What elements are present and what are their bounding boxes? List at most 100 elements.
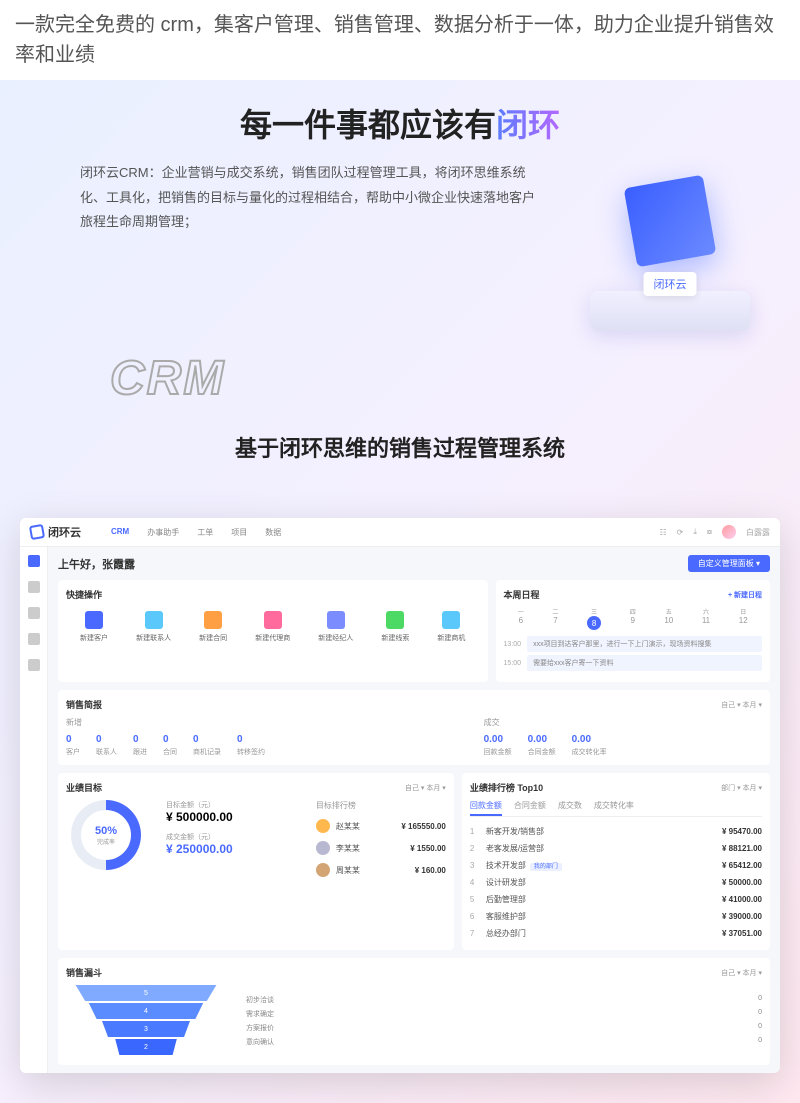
quick-action-item[interactable]: 新建商机	[437, 611, 465, 643]
sidebar-customer-icon[interactable]	[28, 581, 40, 593]
sidebar-contract-icon[interactable]	[28, 607, 40, 619]
top10-row[interactable]: 2 老客发展/运营部 ¥ 88121.00	[470, 840, 762, 857]
brief-item[interactable]: 0 客户	[66, 734, 80, 757]
schedule-date[interactable]: 四 9	[630, 607, 636, 630]
logo[interactable]: 闭环云	[30, 524, 81, 540]
bell-icon[interactable]: ⧇	[707, 527, 712, 537]
target-num-item: 成交金额（元） ¥ 250000.00	[166, 832, 296, 856]
schedule-date[interactable]: 三 8	[587, 607, 601, 630]
top10-tab[interactable]: 成交数	[558, 800, 582, 816]
brief-item[interactable]: 0 商机记录	[193, 734, 221, 757]
brief-item[interactable]: 0.00 成交转化率	[572, 734, 607, 757]
schedule-time: 15:00	[504, 660, 522, 667]
top10-name: 后勤管理部	[486, 894, 716, 905]
funnel-filters[interactable]: 自己 ▾ 本月 ▾	[721, 968, 762, 978]
top10-amount: ¥ 88121.00	[722, 844, 762, 853]
avatar[interactable]	[722, 525, 736, 539]
rank-name: 赵某某	[336, 821, 395, 832]
target-num-item: 目标金额（元） ¥ 500000.00	[166, 800, 296, 824]
target-filters[interactable]: 自己 ▾ 本月 ▾	[405, 783, 446, 793]
quick-action-item[interactable]: 新建联系人	[136, 611, 171, 643]
crm-watermark: CRM	[30, 351, 770, 406]
brief-item[interactable]: 0.00 合同金额	[528, 734, 556, 757]
nav-data[interactable]: 数据	[265, 527, 281, 538]
quick-action-label: 新建代理商	[255, 633, 290, 643]
top-nav: CRM 办事助手 工单 项目 数据	[111, 527, 659, 538]
quick-action-icon	[204, 611, 222, 629]
brief-value: 0	[193, 734, 221, 745]
cube-icon	[624, 175, 717, 268]
calendar-icon[interactable]: ☷	[659, 528, 666, 537]
funnel-side-item: 初步洽谈0	[246, 993, 762, 1007]
brief-card: 销售简报 自己 ▾ 本月 ▾ 新增 0 客户 0 联系人 0 跟进 0 合同 0	[58, 690, 770, 765]
top10-row[interactable]: 5 后勤管理部 ¥ 41000.00	[470, 891, 762, 908]
top10-filters[interactable]: 部门 ▾ 本月 ▾	[721, 783, 762, 793]
top10-row[interactable]: 1 新客开发/销售部 ¥ 95470.00	[470, 823, 762, 840]
add-schedule-button[interactable]: + 新建日程	[728, 590, 762, 600]
brief-group1-title: 新增	[66, 717, 484, 728]
sidebar-home-icon[interactable]	[28, 555, 40, 567]
quick-action-icon	[327, 611, 345, 629]
brief-item[interactable]: 0 转移签约	[237, 734, 265, 757]
quick-action-label: 新建线索	[381, 633, 409, 643]
refresh-icon[interactable]: ⟳	[677, 528, 684, 537]
schedule-item[interactable]: 13:00 xxx项目到达客户那里，进行一下上门演示，现场资料搜集	[504, 636, 762, 652]
top10-name: 老客发展/运营部	[486, 843, 716, 854]
quick-action-item[interactable]: 新建客户	[80, 611, 108, 643]
dashboard-screenshot: 闭环云 CRM 办事助手 工单 项目 数据 ☷ ⟳ ⤓ ⧇ 白露露 上	[20, 518, 780, 1073]
top10-row[interactable]: 4 设计研发部 ¥ 50000.00	[470, 874, 762, 891]
nav-project[interactable]: 项目	[231, 527, 247, 538]
brief-label: 客户	[66, 747, 80, 757]
rank-item[interactable]: 周某某 ¥ 160.00	[316, 859, 446, 881]
hero-description: 闭环云CRM：企业营销与成交系统，销售团队过程管理工具，将闭环思维系统化、工具化…	[30, 161, 540, 235]
schedule-date[interactable]: 日 12	[739, 607, 748, 630]
schedule-date[interactable]: 六 11	[702, 607, 710, 630]
brief-filters[interactable]: 自己 ▾ 本月 ▾	[721, 700, 762, 710]
brief-item[interactable]: 0.00 回款金额	[484, 734, 512, 757]
schedule-date[interactable]: 一 6	[518, 607, 524, 630]
sidebar-settings-icon[interactable]	[28, 659, 40, 671]
nav-crm[interactable]: CRM	[111, 527, 129, 538]
schedule-item[interactable]: 15:00 需要给xxx客户寄一下资料	[504, 655, 762, 671]
brief-item[interactable]: 0 跟进	[133, 734, 147, 757]
top10-row[interactable]: 3 技术开发部我的部门 ¥ 65412.00	[470, 857, 762, 874]
brief-item[interactable]: 0 联系人	[96, 734, 117, 757]
rank-amount: ¥ 165550.00	[401, 822, 446, 831]
quick-action-item[interactable]: 新建线索	[381, 611, 409, 643]
top10-index: 2	[470, 844, 480, 853]
nav-assistant[interactable]: 办事助手	[147, 527, 179, 538]
top10-tab[interactable]: 合同金额	[514, 800, 546, 816]
schedule-date[interactable]: 五 10	[664, 607, 673, 630]
rank-item[interactable]: 李某某 ¥ 1550.00	[316, 837, 446, 859]
username[interactable]: 白露露	[746, 527, 770, 538]
quick-action-item[interactable]: 新建代理商	[255, 611, 290, 643]
customize-panel-button[interactable]: 自定义管理面板 ▾	[688, 555, 770, 572]
top10-tab[interactable]: 回款金额	[470, 800, 502, 816]
schedule-card: 本周日程 + 新建日程 一 6 二 7 三 8 四 9 五 10 六 11 日	[496, 580, 770, 682]
funnel-step: 4	[81, 1003, 211, 1019]
rank-name: 李某某	[336, 843, 404, 854]
target-card: 业绩目标 自己 ▾ 本月 ▾ 50% 完成率	[58, 773, 454, 950]
schedule-date[interactable]: 二 7	[552, 607, 558, 630]
funnel-chart: 5432	[66, 985, 226, 1057]
top10-row[interactable]: 7 总经办部门 ¥ 37051.00	[470, 925, 762, 942]
top10-index: 6	[470, 912, 480, 921]
top10-index: 4	[470, 878, 480, 887]
funnel-step: 2	[111, 1039, 181, 1055]
top10-row[interactable]: 6 客服维护部 ¥ 39000.00	[470, 908, 762, 925]
download-icon[interactable]: ⤓	[693, 527, 697, 537]
brief-item[interactable]: 0 合同	[163, 734, 177, 757]
hero-subtitle: 基于闭环思维的销售过程管理系统	[30, 431, 770, 463]
target-title: 业绩目标	[66, 781, 102, 794]
top10-tab[interactable]: 成交转化率	[594, 800, 634, 816]
nav-ticket[interactable]: 工单	[197, 527, 213, 538]
rank-avatar-icon	[316, 863, 330, 877]
quick-action-label: 新建经纪人	[318, 633, 353, 643]
quick-action-item[interactable]: 新建经纪人	[318, 611, 353, 643]
sidebar-data-icon[interactable]	[28, 633, 40, 645]
schedule-text: xxx项目到达客户那里，进行一下上门演示，现场资料搜集	[527, 636, 762, 652]
quick-action-icon	[386, 611, 404, 629]
hero-illustration: 闭环云	[570, 161, 770, 341]
quick-action-item[interactable]: 新建合同	[199, 611, 227, 643]
rank-item[interactable]: 赵某某 ¥ 165550.00	[316, 815, 446, 837]
